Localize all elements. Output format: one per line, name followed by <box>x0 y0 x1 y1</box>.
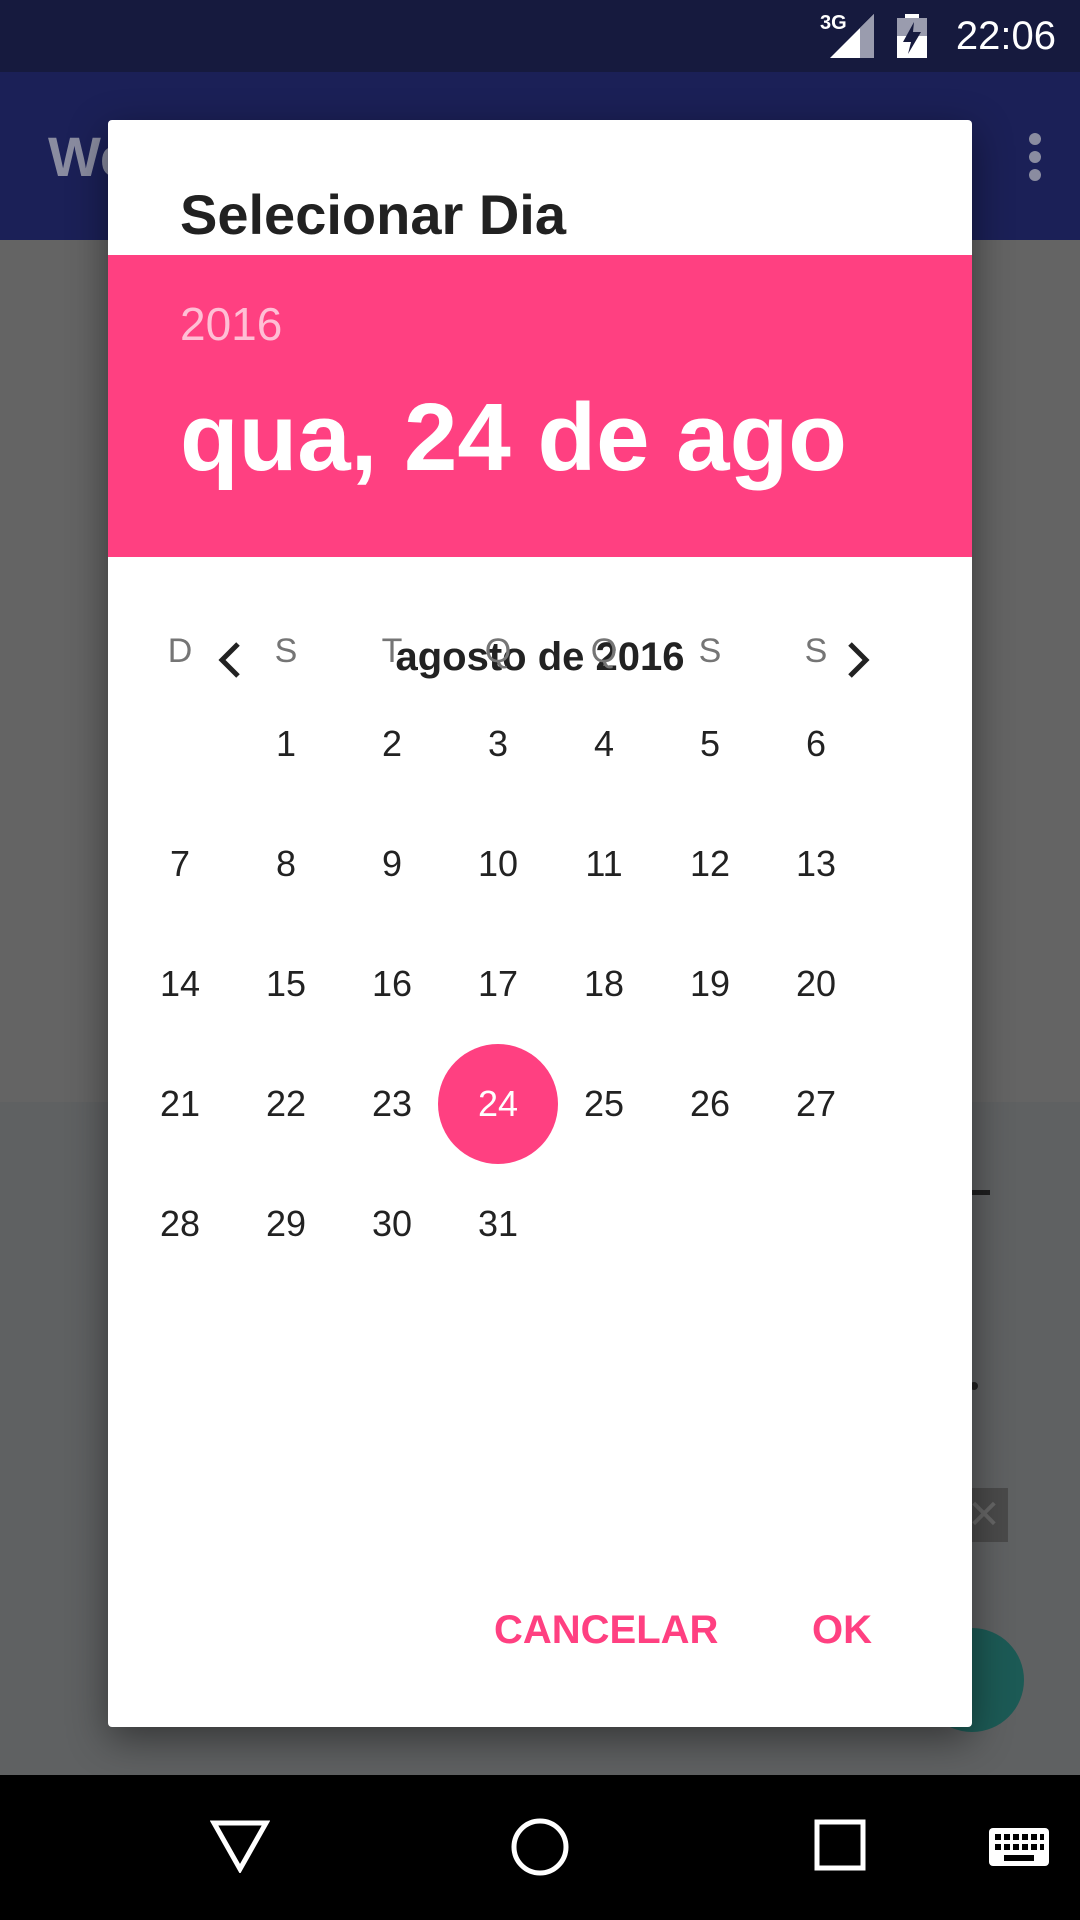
calendar-day[interactable]: 23 <box>339 1051 445 1157</box>
calendar-day[interactable]: 30 <box>339 1171 445 1277</box>
weekday-label: D <box>167 632 193 670</box>
calendar-day[interactable]: 9 <box>339 811 445 917</box>
keyboard-icon[interactable] <box>988 1827 1050 1867</box>
cancel-button[interactable]: CANCELAR <box>494 1608 718 1653</box>
calendar-day[interactable]: 18 <box>551 931 657 1037</box>
dialog-title: Selecionar Dia <box>180 183 566 246</box>
weekday-label: S <box>274 632 298 670</box>
status-time: 22:06 <box>955 14 1056 58</box>
calendar-day[interactable]: 31 <box>445 1171 551 1277</box>
weekday-label: S <box>804 632 828 670</box>
content-line <box>970 1190 990 1195</box>
home-icon[interactable] <box>510 1817 570 1877</box>
calendar-day[interactable]: 8 <box>233 811 339 917</box>
date-header: 2016 qua, 24 de ago <box>108 255 972 557</box>
navigation-bar <box>0 1775 1080 1920</box>
calendar-day[interactable]: 25 <box>551 1051 657 1157</box>
weekday-label: T <box>381 632 403 670</box>
calendar-day[interactable]: 10 <box>445 811 551 917</box>
more-vert-icon[interactable] <box>1028 132 1042 182</box>
calendar-day[interactable]: 12 <box>657 811 763 917</box>
calendar-day[interactable]: 21 <box>127 1051 233 1157</box>
status-bar: 3G 22:06 <box>0 0 1080 72</box>
calendar-day[interactable]: 15 <box>233 931 339 1037</box>
ok-button[interactable]: OK <box>812 1608 872 1653</box>
calendar-day-selected[interactable]: 24 <box>445 1051 551 1157</box>
signal-icon <box>830 14 874 58</box>
calendar-day[interactable]: 11 <box>551 811 657 917</box>
calendar-day[interactable]: 2 <box>339 691 445 797</box>
calendar-day[interactable]: 17 <box>445 931 551 1037</box>
calendar-day[interactable]: 4 <box>551 691 657 797</box>
battery-charging-icon <box>897 14 927 58</box>
calendar-day[interactable]: 6 <box>763 691 869 797</box>
date-picker-dialog: Selecionar Dia 2016 qua, 24 de ago agost… <box>108 120 972 1727</box>
calendar-day[interactable]: 7 <box>127 811 233 917</box>
calendar-day[interactable]: 19 <box>657 931 763 1037</box>
weekday-label: S <box>698 632 722 670</box>
calendar-day[interactable]: 5 <box>657 691 763 797</box>
calendar-day[interactable]: 20 <box>763 931 869 1037</box>
weekday-label: Q <box>484 632 512 670</box>
calendar-day[interactable]: 26 <box>657 1051 763 1157</box>
header-year[interactable]: 2016 <box>180 297 282 351</box>
header-date[interactable]: qua, 24 de ago <box>180 383 847 493</box>
calendar-day[interactable]: 3 <box>445 691 551 797</box>
calendar-day[interactable]: 27 <box>763 1051 869 1157</box>
calendar-day[interactable]: 28 <box>127 1171 233 1277</box>
calendar-day[interactable]: 1 <box>233 691 339 797</box>
back-icon[interactable] <box>210 1819 270 1873</box>
recents-icon[interactable] <box>814 1819 866 1871</box>
calendar-day[interactable]: 13 <box>763 811 869 917</box>
calendar-day[interactable]: 16 <box>339 931 445 1037</box>
calendar-day[interactable]: 29 <box>233 1171 339 1277</box>
calendar-day[interactable]: 14 <box>127 931 233 1037</box>
weekday-label: Q <box>590 632 618 670</box>
calendar-day[interactable]: 22 <box>233 1051 339 1157</box>
